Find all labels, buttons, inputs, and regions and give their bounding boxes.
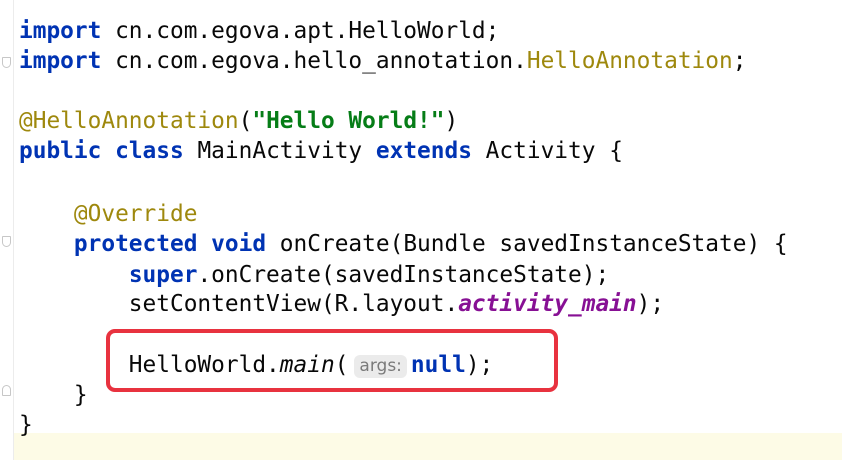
code-line[interactable]: import cn.com.egova.apt.HelloWorld; xyxy=(19,16,499,46)
code-token: public xyxy=(19,138,102,164)
code-token: import xyxy=(19,48,102,74)
code-token: cn.com.egova.apt.HelloWorld; xyxy=(101,18,500,44)
fold-marker-icon[interactable] xyxy=(2,385,11,396)
editor-gutter xyxy=(0,0,14,460)
code-line[interactable]: } xyxy=(19,410,33,440)
code-line[interactable]: } xyxy=(19,380,88,410)
code-token: .onCreate(savedInstanceState); xyxy=(197,262,610,288)
annotation-highlight-box xyxy=(106,329,558,392)
code-line[interactable]: @Override xyxy=(19,199,198,229)
code-token: @Override xyxy=(73,201,198,227)
code-line[interactable]: super.onCreate(savedInstanceState); xyxy=(19,260,609,290)
code-token: @HelloAnnotation xyxy=(19,108,239,134)
fold-marker-icon[interactable] xyxy=(2,236,11,247)
code-token: HelloAnnotation xyxy=(526,48,733,74)
code-token: "Hello World!" xyxy=(252,108,445,134)
code-line[interactable]: import cn.com.egova.hello_annotation.Hel… xyxy=(19,46,746,76)
code-token: ; xyxy=(732,48,747,74)
code-token: ); xyxy=(636,291,665,317)
code-token: setContentView(R.layout. xyxy=(19,291,459,317)
code-token: cn.com.egova.hello_annotation. xyxy=(101,48,527,74)
code-line[interactable]: protected void onCreate(Bundle savedInst… xyxy=(19,229,788,259)
fold-marker-icon[interactable] xyxy=(2,57,11,68)
code-token: } xyxy=(19,382,88,408)
code-token: protected xyxy=(73,231,198,257)
code-token: ) xyxy=(444,108,459,134)
code-token: } xyxy=(19,412,33,438)
code-token: import xyxy=(19,18,102,44)
current-line-highlight xyxy=(14,433,842,460)
code-line[interactable]: setContentView(R.layout.activity_main); xyxy=(19,289,664,319)
code-token: extends xyxy=(375,138,472,164)
code-token: onCreate(Bundle savedInstanceState) { xyxy=(266,231,788,257)
code-token: Activity { xyxy=(471,138,623,164)
code-token: super xyxy=(128,262,198,288)
code-token: void xyxy=(211,231,267,257)
code-line[interactable]: @HelloAnnotation("Hello World!") xyxy=(19,106,458,136)
code-token: ( xyxy=(238,108,253,134)
code-token: MainActivity xyxy=(183,138,376,164)
code-line[interactable]: public class MainActivity extends Activi… xyxy=(19,136,623,166)
code-token: class xyxy=(115,138,184,164)
code-token: activity_main xyxy=(458,291,637,317)
